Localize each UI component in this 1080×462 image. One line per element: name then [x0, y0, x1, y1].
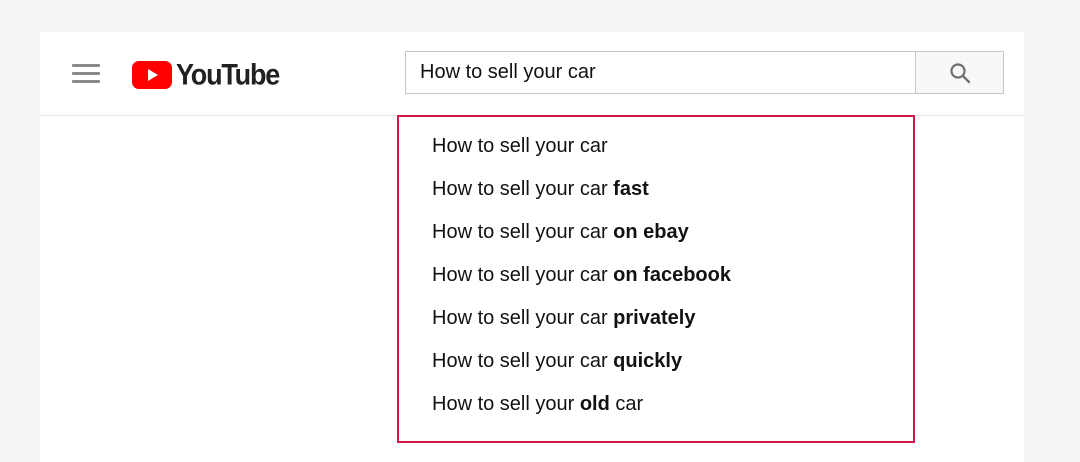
suggestion-completion-text: old	[579, 393, 610, 415]
search-suggestions-dropdown: How to sell your car How to sell your car…	[397, 115, 915, 443]
hamburger-menu-icon[interactable]	[72, 64, 100, 84]
search-icon	[949, 62, 970, 83]
search-bar	[405, 51, 1004, 94]
suggestion-completion-text: fast	[613, 178, 649, 200]
youtube-play-icon	[132, 61, 172, 89]
page-card: YouTube How to sell your car How to sell …	[40, 32, 1024, 462]
suggestion-query-text: How to sell your car	[432, 264, 614, 286]
suggestion-query-text: How to sell your car	[432, 307, 614, 329]
suggestion-completion-text: privately	[613, 307, 696, 329]
suggestion-query-text: How to sell your car	[432, 135, 608, 157]
top-bar: YouTube	[40, 32, 1024, 116]
suggestion-query-text: How to sell your car	[432, 350, 614, 372]
suggestion-item[interactable]: How to sell your old car	[399, 383, 913, 426]
youtube-logo[interactable]: YouTube	[132, 58, 280, 91]
search-button[interactable]	[915, 51, 1004, 94]
suggestion-completion-text: quickly	[613, 350, 683, 372]
suggestion-item[interactable]: How to sell your car	[399, 125, 913, 168]
suggestion-item[interactable]: How to sell your car on ebay	[399, 211, 913, 254]
suggestion-completion-text: on facebook	[613, 264, 731, 286]
suggestion-item[interactable]: How to sell your car quickly	[399, 340, 913, 383]
suggestion-item[interactable]: How to sell your car on facebook	[399, 254, 913, 297]
suggestion-query-text: How to sell your car	[432, 221, 614, 243]
suggestion-item[interactable]: How to sell your car privately	[399, 297, 913, 340]
suggestion-query-text: car	[609, 393, 644, 415]
search-input[interactable]	[405, 51, 915, 94]
suggestion-query-text: How to sell your	[432, 393, 580, 415]
suggestion-item[interactable]: How to sell your car fast	[399, 168, 913, 211]
suggestion-query-text: How to sell your car	[432, 178, 614, 200]
youtube-logo-text: YouTube	[176, 58, 280, 91]
suggestion-completion-text: on ebay	[613, 221, 689, 243]
